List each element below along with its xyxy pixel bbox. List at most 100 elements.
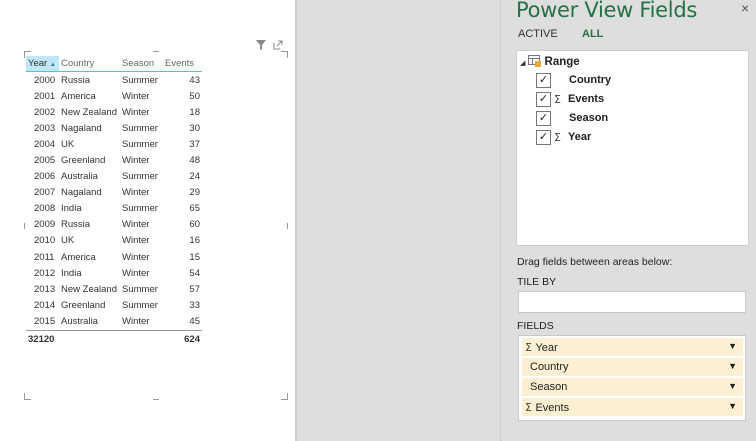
field-country[interactable]: Country	[569, 74, 611, 86]
collapse-icon[interactable]: ◢	[520, 60, 525, 67]
data-table: Year ▲ Country Season Events 2000 Russia S…	[26, 56, 202, 348]
table-row[interactable]: 2002 New Zealand Winter 18	[26, 104, 202, 120]
cell-season: Winter	[122, 219, 150, 231]
table-row[interactable]: 2004 UK Summer 37	[26, 136, 202, 152]
total-cell	[120, 329, 163, 348]
cell-events: 48	[189, 155, 200, 167]
total-cell	[59, 329, 120, 348]
cell-season: Summer	[122, 299, 158, 311]
resize-handle-bottom-right[interactable]	[281, 393, 288, 400]
cell-events: 15	[189, 251, 200, 263]
column-header-season[interactable]: Season	[120, 56, 163, 72]
well-item-season[interactable]: Season ▼	[522, 378, 743, 396]
cell-country: Nagaland	[61, 122, 102, 134]
cell-season: Winter	[122, 267, 150, 279]
table-row[interactable]: 2015 Australia Winter 45	[26, 313, 202, 330]
cell-season: Summer	[122, 283, 158, 295]
field-year[interactable]: Year	[568, 131, 591, 143]
cell-events: 24	[189, 171, 200, 183]
close-icon[interactable]: ×	[741, 0, 749, 16]
cell-country: Russia	[61, 219, 91, 231]
column-header-events[interactable]: Events	[163, 56, 202, 72]
tab-active[interactable]: ACTIVE	[518, 28, 558, 40]
cell-country: India	[61, 203, 82, 215]
cell-year: 2012	[34, 267, 56, 279]
table-row[interactable]: 2003 Nagaland Summer 30	[26, 120, 202, 136]
well-item-label: Events	[535, 402, 570, 414]
cell-year: 2003	[34, 122, 56, 134]
cell-season: Summer	[122, 138, 158, 150]
table-row[interactable]: 2013 New Zealand Summer 57	[26, 281, 202, 297]
fields-label: FIELDS	[517, 320, 554, 332]
cell-events: 57	[189, 283, 200, 295]
cell-season: Winter	[122, 251, 150, 263]
checkbox-events[interactable]: ✓	[536, 92, 551, 107]
drag-hint: Drag fields between areas below:	[517, 256, 673, 268]
table-row[interactable]: 2006 Australia Summer 24	[26, 169, 202, 185]
cell-events: 33	[189, 299, 200, 311]
dropdown-arrow-icon[interactable]: ▼	[728, 341, 737, 351]
well-item-country[interactable]: Country ▼	[522, 358, 743, 376]
dropdown-arrow-icon[interactable]: ▼	[728, 361, 737, 371]
total-cell: 32120	[26, 329, 59, 348]
popout-icon[interactable]	[273, 40, 283, 53]
cell-country: UK	[61, 138, 75, 150]
cell-season: Summer	[122, 171, 158, 183]
cell-country: America	[61, 251, 96, 263]
table-row[interactable]: 2001 America Winter 50	[26, 88, 202, 104]
well-item-label: Season	[530, 381, 568, 393]
resize-handle-left[interactable]	[24, 223, 25, 229]
table-row[interactable]: 2008 India Summer 65	[26, 201, 202, 217]
cell-country: India	[61, 267, 82, 279]
cell-season: Summer	[122, 74, 158, 86]
cell-year: 2008	[34, 203, 56, 215]
cell-year: 2002	[34, 106, 56, 118]
column-header-country[interactable]: Country	[59, 56, 120, 72]
table-row[interactable]: 2014 Greenland Summer 33	[26, 297, 202, 313]
well-item-events[interactable]: Σ Events ▼	[522, 398, 743, 416]
table-row[interactable]: 2012 India Winter 54	[26, 265, 202, 281]
table-row[interactable]: 2005 Greenland Winter 48	[26, 152, 202, 168]
cell-events: 65	[189, 203, 200, 215]
table-row[interactable]: 2011 America Winter 15	[26, 249, 202, 265]
cell-year: 2004	[34, 138, 56, 150]
table-row[interactable]: 2009 Russia Winter 60	[26, 217, 202, 233]
pane-splitter[interactable]	[500, 0, 501, 441]
cell-country: Russia	[61, 74, 91, 86]
panel-title: Power View Fields	[516, 0, 697, 22]
dropdown-arrow-icon[interactable]: ▼	[728, 401, 737, 411]
field-events[interactable]: Events	[568, 93, 604, 105]
field-season[interactable]: Season	[569, 112, 608, 124]
cell-season: Winter	[122, 187, 150, 199]
resize-handle-bottom-left[interactable]	[24, 393, 31, 400]
cell-country: Greenland	[61, 299, 106, 311]
cell-events: 16	[189, 235, 200, 247]
cell-season: Winter	[122, 90, 150, 102]
table-row[interactable]: 2010 UK Winter 16	[26, 233, 202, 249]
cell-year: 2009	[34, 219, 56, 231]
tab-all[interactable]: ALL	[582, 28, 603, 40]
cell-year: 2005	[34, 155, 56, 167]
cell-season: Winter	[122, 155, 150, 167]
cell-season: Summer	[122, 122, 158, 134]
table-row[interactable]: 2007 Nagaland Winter 29	[26, 185, 202, 201]
resize-handle-bottom[interactable]	[153, 399, 159, 400]
resize-handle-right[interactable]	[287, 223, 288, 229]
cell-year: 2000	[34, 74, 56, 86]
range-node[interactable]: ◢ Range	[520, 55, 580, 68]
filter-icon[interactable]	[256, 40, 269, 53]
well-item-year[interactable]: Σ Year ▼	[522, 338, 743, 356]
cell-events: 30	[189, 122, 200, 134]
tile-by-drop-zone[interactable]	[518, 291, 746, 313]
table-row[interactable]: 2000 Russia Summer 43	[26, 72, 202, 89]
column-header-year[interactable]: Year ▲	[26, 56, 59, 72]
checkbox-year[interactable]: ✓	[536, 130, 551, 145]
cell-year: 2010	[34, 235, 56, 247]
sigma-icon: Σ	[525, 401, 536, 414]
cell-year: 2015	[34, 315, 56, 327]
checkbox-country[interactable]: ✓	[536, 73, 551, 88]
cell-season: Winter	[122, 106, 150, 118]
resize-handle-top[interactable]	[153, 51, 159, 52]
dropdown-arrow-icon[interactable]: ▼	[728, 381, 737, 391]
checkbox-season[interactable]: ✓	[536, 111, 551, 126]
